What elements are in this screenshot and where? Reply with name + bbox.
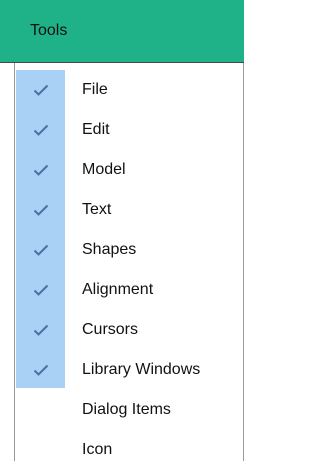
menu-item-label: File [82,81,108,98]
menu-item-shapes[interactable]: Shapes [15,230,243,270]
menu-item-model[interactable]: Model [15,150,243,190]
menu-item-label: Cursors [82,321,139,338]
menu-item-file[interactable]: File [15,70,243,110]
tools-menu-window: Tools File Edit Model Text Shapes Alignm… [0,0,244,461]
tools-menu: File Edit Model Text Shapes Alignment Cu… [14,63,244,461]
menu-item-dialog-items[interactable]: Dialog Items [15,390,243,430]
menu-item-icon[interactable]: Icon [15,430,243,470]
menu-item-label: Edit [82,121,110,138]
checkmark-icon [16,150,65,190]
menu-item-edit[interactable]: Edit [15,110,243,150]
menu-item-label: Model [82,161,126,178]
checkmark-icon [16,310,65,350]
no-check-placeholder [16,430,65,470]
menu-item-label: Shapes [82,241,137,258]
menu-item-label: Text [82,201,112,218]
checkmark-icon [16,110,65,150]
menu-item-label: Dialog Items [82,401,171,418]
menu-item-label: Alignment [82,281,154,298]
checkmark-icon [16,70,65,110]
menu-header[interactable]: Tools [0,0,244,63]
checkmark-icon [16,190,65,230]
menu-item-cursors[interactable]: Cursors [15,310,243,350]
checkmark-icon [16,270,65,310]
menu-item-label: Library Windows [82,361,201,378]
menu-item-library-windows[interactable]: Library Windows [15,350,243,390]
menu-item-text[interactable]: Text [15,190,243,230]
no-check-placeholder [16,390,65,430]
menu-item-alignment[interactable]: Alignment [15,270,243,310]
checkmark-icon [16,350,65,390]
menu-title: Tools [30,22,68,39]
menu-item-label: Icon [82,441,113,458]
checkmark-icon [16,230,65,270]
